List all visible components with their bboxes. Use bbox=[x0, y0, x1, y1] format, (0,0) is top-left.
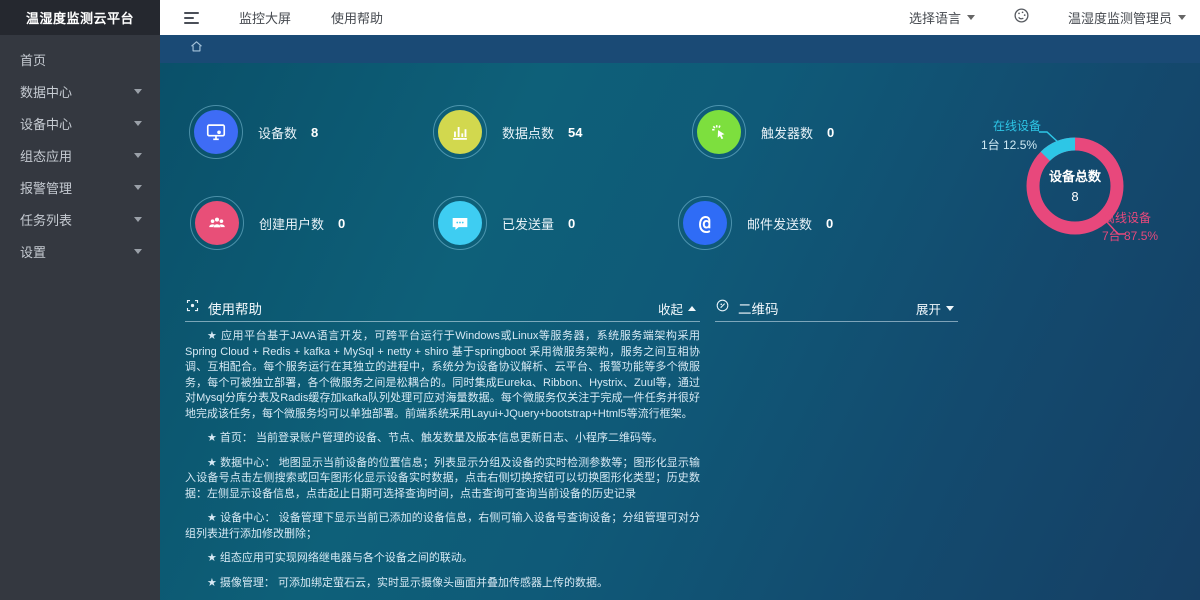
stat-label: 触发器数 bbox=[761, 123, 813, 142]
chevron-down-icon bbox=[946, 306, 954, 311]
donut-online-label: 在线设备 bbox=[993, 117, 1041, 134]
nav-monitor-screen[interactable]: 监控大屏 bbox=[239, 8, 291, 27]
language-dropdown[interactable]: 选择语言 bbox=[909, 8, 975, 27]
sidebar-item-settings[interactable]: 设置 bbox=[0, 235, 160, 267]
donut-online-value: 1台 12.5% bbox=[981, 136, 1037, 153]
app-logo-title: 温湿度监测云平台 bbox=[0, 0, 160, 35]
app-window: 温湿度监测云平台 首页 数据中心 设备中心 组态应用 报警管理 任务 bbox=[0, 0, 1200, 600]
donut-center-value: 8 bbox=[1033, 189, 1117, 204]
trigger-click-icon bbox=[697, 110, 741, 154]
chevron-down-icon bbox=[134, 89, 142, 94]
donut-offline-label: 离线设备 bbox=[1103, 209, 1151, 226]
sidebar-item-label: 报警管理 bbox=[20, 178, 72, 197]
stat-user-count: 创建用户数 0 bbox=[190, 196, 345, 250]
collapse-sidebar-icon[interactable] bbox=[184, 12, 199, 24]
donut-offline-value: 7台 87.5% bbox=[1102, 227, 1158, 244]
expand-toggle[interactable]: 展开 bbox=[916, 299, 958, 318]
stat-sent-count: 已发送量 0 bbox=[433, 196, 575, 250]
nav-usage-help[interactable]: 使用帮助 bbox=[331, 8, 383, 27]
sidebar-item-home[interactable]: 首页 bbox=[0, 43, 160, 75]
stat-icon-ring bbox=[433, 105, 487, 159]
qrcode-panel: 二维码 展开 bbox=[715, 295, 958, 322]
sidebar-item-label: 数据中心 bbox=[20, 82, 72, 101]
help-paragraph: ★ 组态应用可实现网络继电器与各个设备之间的联动。 bbox=[185, 551, 700, 567]
help-paragraph: ★ 设备中心： 设备管理下显示当前已添加的设备信息，右侧可输入设备号查询设备；分… bbox=[185, 511, 700, 542]
theme-palette-icon[interactable] bbox=[1013, 7, 1030, 29]
help-paragraph: ★ 数据中心： 地图显示当前设备的位置信息；列表显示分组及设备的实时检测参数等；… bbox=[185, 456, 700, 503]
stat-datapoint-count: 数据点数 54 bbox=[433, 105, 582, 159]
stat-value: 54 bbox=[568, 125, 582, 140]
at-email-icon: @ bbox=[683, 201, 727, 245]
help-paragraph: ★ 首页： 当前登录账户管理的设备、节点、触发数量及版本信息更新日志、小程序二维… bbox=[185, 431, 700, 447]
stat-mail-count: @ 邮件发送数 0 bbox=[678, 196, 833, 250]
chevron-down-icon bbox=[134, 121, 142, 126]
sidebar-item-scada-app[interactable]: 组态应用 bbox=[0, 139, 160, 171]
breadcrumb bbox=[160, 35, 1200, 63]
sidebar-item-alarm-management[interactable]: 报警管理 bbox=[0, 171, 160, 203]
chevron-up-icon bbox=[688, 306, 696, 311]
usage-help-icon bbox=[185, 298, 200, 318]
datapoints-chart-icon bbox=[438, 110, 482, 154]
user-account-dropdown[interactable]: 温湿度监测管理员 bbox=[1068, 8, 1186, 27]
sidebar-item-task-list[interactable]: 任务列表 bbox=[0, 203, 160, 235]
main-content: 设备数 8 数据点数 54 bbox=[160, 63, 1200, 600]
qrcode-header: 二维码 展开 bbox=[715, 295, 958, 322]
device-total-donut-chart: 设备总数 8 在线设备 1台 12.5% 离线设备 7台 87.5% bbox=[975, 108, 1197, 268]
users-icon bbox=[195, 201, 239, 245]
help-paragraph: ★ 摄像管理： 可添加绑定萤石云，实时显示摄像头画面并叠加传感器上传的数据。 bbox=[185, 576, 700, 592]
stat-value: 8 bbox=[311, 125, 318, 140]
stat-label: 已发送量 bbox=[502, 214, 554, 233]
home-icon[interactable] bbox=[189, 39, 204, 59]
stat-label: 设备数 bbox=[258, 123, 297, 142]
sidebar-item-label: 设备中心 bbox=[20, 114, 72, 133]
sidebar-item-label: 任务列表 bbox=[20, 210, 72, 229]
navbar-right: 选择语言 温湿度监测管理员 bbox=[909, 7, 1200, 29]
chevron-down-icon bbox=[134, 185, 142, 190]
usage-help-title: 使用帮助 bbox=[208, 298, 262, 318]
stat-icon-ring: @ bbox=[678, 196, 732, 250]
message-bubble-icon bbox=[438, 201, 482, 245]
stat-value: 0 bbox=[568, 216, 575, 231]
chevron-down-icon bbox=[1178, 15, 1186, 20]
expand-label: 展开 bbox=[916, 299, 941, 318]
stat-value: 0 bbox=[826, 216, 833, 231]
donut-center-title: 设备总数 bbox=[1033, 166, 1117, 185]
usage-help-body: ★ 应用平台基于JAVA语言开发，可跨平台运行于Windows或Linux等服务… bbox=[185, 322, 700, 600]
chevron-down-icon bbox=[134, 217, 142, 222]
chevron-down-icon bbox=[134, 153, 142, 158]
collapse-toggle[interactable]: 收起 bbox=[658, 299, 700, 318]
stat-icon-ring bbox=[190, 196, 244, 250]
stat-device-count: 设备数 8 bbox=[189, 105, 318, 159]
help-paragraph: ★ 应用平台基于JAVA语言开发，可跨平台运行于Windows或Linux等服务… bbox=[185, 329, 700, 422]
stat-icon-ring bbox=[692, 105, 746, 159]
sidebar-item-label: 组态应用 bbox=[20, 146, 72, 165]
sidebar-item-label: 首页 bbox=[20, 50, 46, 69]
language-label: 选择语言 bbox=[909, 8, 961, 27]
stat-trigger-count: 触发器数 0 bbox=[692, 105, 834, 159]
donut-center-label: 设备总数 8 bbox=[1033, 166, 1117, 204]
collapse-label: 收起 bbox=[658, 299, 683, 318]
navbar-left: 监控大屏 使用帮助 bbox=[160, 8, 383, 27]
chevron-down-icon bbox=[967, 15, 975, 20]
stat-icon-ring bbox=[189, 105, 243, 159]
user-name: 温湿度监测管理员 bbox=[1068, 8, 1172, 27]
stat-value: 0 bbox=[827, 125, 834, 140]
stat-value: 0 bbox=[338, 216, 345, 231]
usage-help-panel: 使用帮助 收起 ★ 应用平台基于JAVA语言开发，可跨平台运行于Windows或… bbox=[185, 295, 700, 600]
qrcode-section-icon bbox=[715, 298, 730, 318]
sidebar-item-device-center[interactable]: 设备中心 bbox=[0, 107, 160, 139]
usage-help-header: 使用帮助 收起 bbox=[185, 295, 700, 322]
stat-label: 创建用户数 bbox=[259, 214, 324, 233]
stat-label: 数据点数 bbox=[502, 123, 554, 142]
top-navbar: 监控大屏 使用帮助 选择语言 温湿度监测管理员 bbox=[160, 0, 1200, 35]
sidebar-item-label: 设置 bbox=[20, 242, 46, 261]
sidebar: 温湿度监测云平台 首页 数据中心 设备中心 组态应用 报警管理 任务 bbox=[0, 0, 160, 600]
sidebar-menu: 首页 数据中心 设备中心 组态应用 报警管理 任务列表 bbox=[0, 35, 160, 267]
sidebar-item-data-center[interactable]: 数据中心 bbox=[0, 75, 160, 107]
qrcode-title: 二维码 bbox=[738, 298, 779, 318]
device-monitor-icon bbox=[194, 110, 238, 154]
stat-label: 邮件发送数 bbox=[747, 214, 812, 233]
chevron-down-icon bbox=[134, 249, 142, 254]
stat-icon-ring bbox=[433, 196, 487, 250]
